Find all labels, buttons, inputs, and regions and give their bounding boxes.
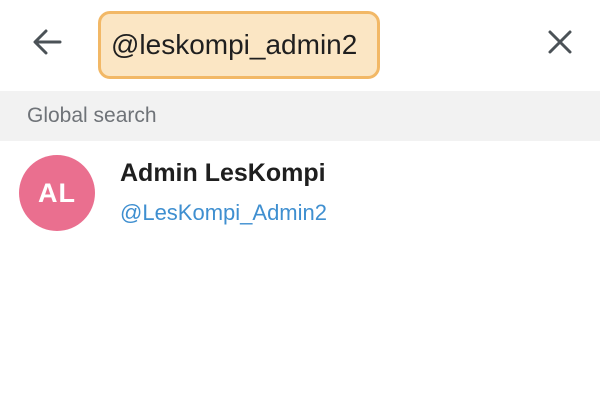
clear-search-button[interactable] (540, 22, 580, 62)
global-search-section-header: Global search (0, 91, 600, 141)
search-toolbar (0, 0, 600, 88)
avatar: AL (19, 155, 95, 231)
back-button[interactable] (22, 22, 72, 62)
search-field-highlight (98, 11, 380, 79)
search-input[interactable] (101, 29, 377, 61)
search-result-item[interactable]: AL Admin LesKompi @LesKompi_Admin2 (0, 141, 600, 241)
avatar-initials: AL (38, 177, 76, 208)
close-icon (548, 30, 572, 54)
section-title: Global search (27, 104, 157, 127)
arrow-left-icon (33, 29, 62, 55)
result-name: Admin LesKompi (120, 159, 326, 187)
result-username: @LesKompi_Admin2 (120, 200, 327, 225)
